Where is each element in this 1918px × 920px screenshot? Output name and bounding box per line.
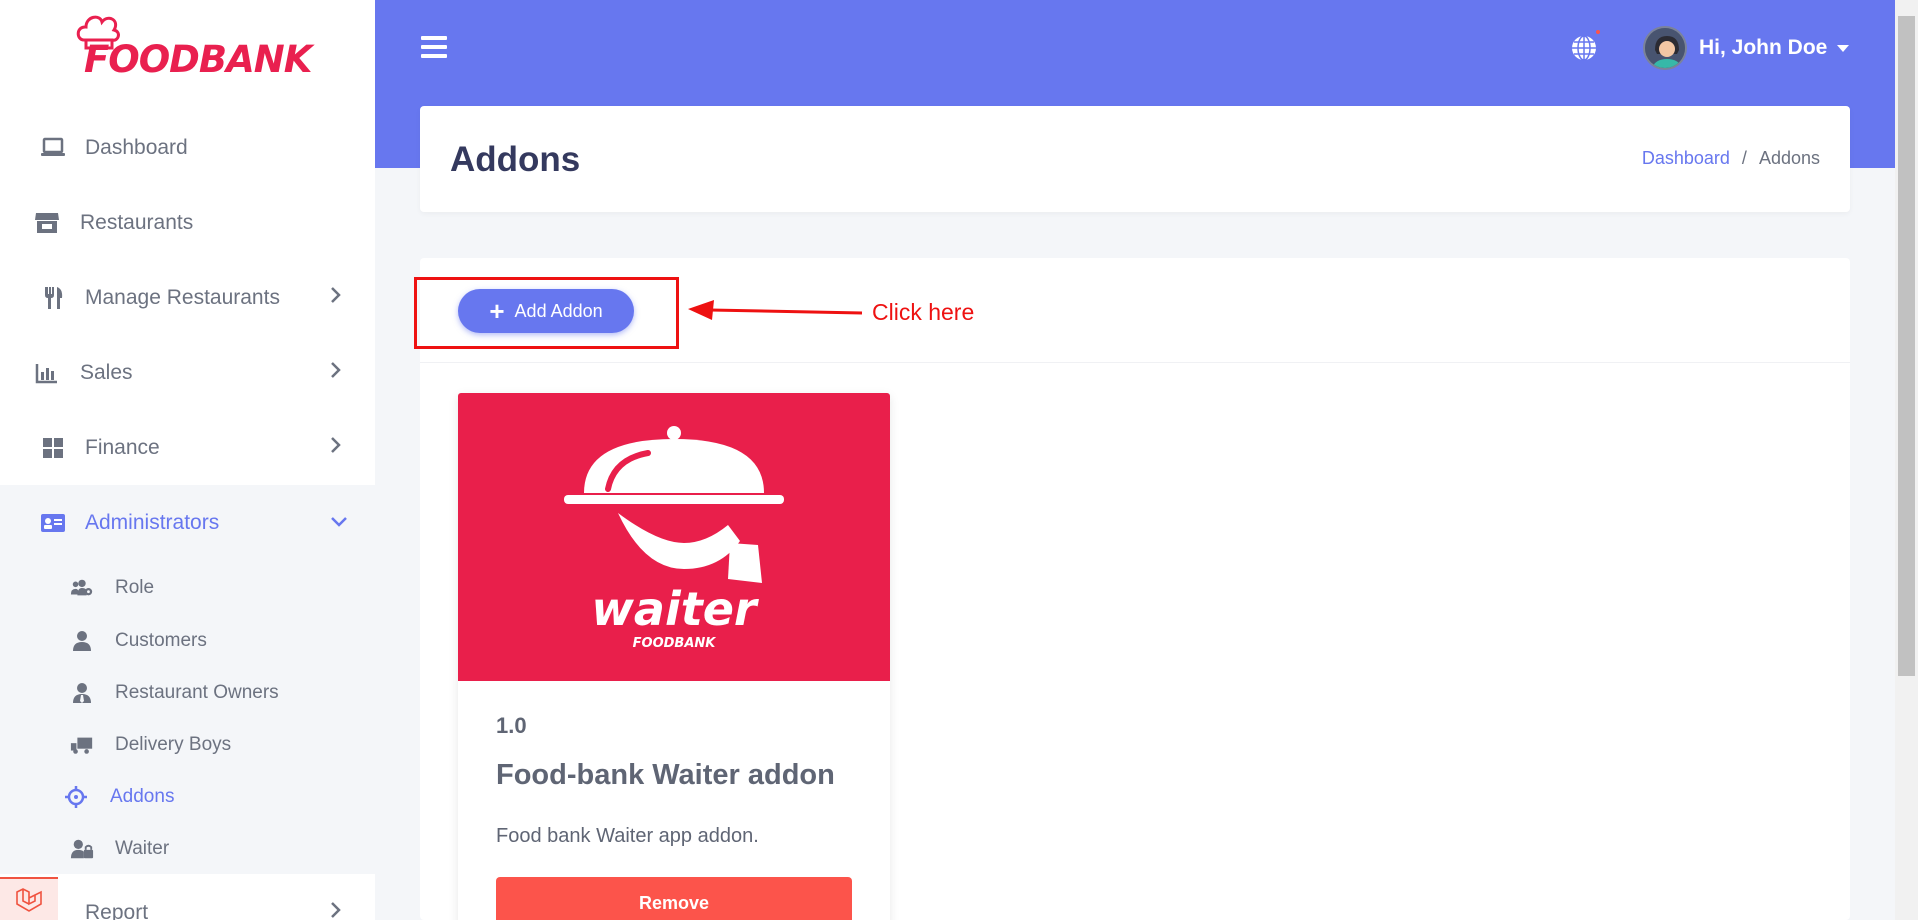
sidebar-subitem-label: Waiter — [115, 838, 170, 859]
sidebar-item-dashboard[interactable]: Dashboard — [0, 110, 375, 185]
sidebar-subitem-waiter[interactable]: Waiter — [0, 824, 375, 874]
utensils-icon — [40, 285, 66, 311]
remove-addon-button[interactable]: Remove — [496, 877, 852, 920]
sidebar-item-label: Restaurants — [80, 210, 194, 234]
truck-icon — [70, 733, 94, 757]
svg-text:FOODBANK: FOODBANK — [633, 636, 717, 651]
chevron-right-icon — [330, 901, 342, 920]
administrators-submenu: Role Customers Restaurant Owners Deliver… — [0, 558, 375, 874]
annotation-highlight-box — [414, 277, 679, 349]
sidebar-item-finance[interactable]: Finance — [0, 410, 375, 485]
chevron-down-icon — [330, 511, 348, 534]
sidebar-subitem-role[interactable]: Role — [0, 563, 375, 613]
page-header-card: Addons Dashboard / Addons — [420, 106, 1850, 212]
breadcrumb-current: Addons — [1758, 148, 1820, 168]
user-lock-icon — [70, 837, 94, 861]
user-menu[interactable]: Hi, John Doe — [1643, 26, 1850, 70]
sidebar-subitem-label: Addons — [110, 786, 175, 807]
crosshairs-icon — [64, 785, 88, 809]
waiter-logo-icon: waiter FOODBANK — [564, 426, 784, 651]
sidebar-subitem-label: Role — [115, 577, 155, 598]
user-tie-icon — [70, 681, 94, 705]
sidebar-item-label: Finance — [85, 435, 160, 459]
addon-version: 1.0 — [496, 713, 527, 738]
sidebar-item-label: Report — [85, 900, 149, 920]
scrollbar-thumb[interactable] — [1898, 16, 1915, 676]
avatar — [1643, 26, 1687, 70]
chevron-right-icon — [330, 361, 342, 385]
sidebar-toggle-icon[interactable] — [421, 36, 447, 58]
sidebar-subitem-label: Restaurant Owners — [115, 682, 279, 703]
sidebar-item-label: Manage Restaurants — [85, 285, 280, 309]
id-card-icon — [40, 510, 66, 536]
users-cog-icon — [70, 576, 94, 600]
laravel-debugbar-toggle[interactable] — [0, 877, 58, 920]
breadcrumb: Dashboard / Addons — [1642, 148, 1820, 169]
chevron-right-icon — [330, 286, 342, 310]
sidebar: FOODBANK Dashboard Restaurants Manage Re… — [0, 0, 375, 920]
sidebar-item-administrators[interactable]: Administrators — [0, 485, 375, 560]
foodbank-logo[interactable]: FOODBANK — [72, 10, 312, 81]
sidebar-subitem-label: Customers — [115, 630, 207, 651]
addon-card: waiter FOODBANK 1.0 Food-bank Waiter add… — [458, 393, 890, 920]
sidebar-item-sales[interactable]: Sales — [0, 335, 375, 410]
laravel-icon — [16, 888, 42, 912]
breadcrumb-separator: / — [1741, 148, 1747, 168]
annotation-text: Click here — [872, 299, 975, 325]
sidebar-item-label: Administrators — [85, 510, 220, 534]
sidebar-subitem-addons[interactable]: Addons — [0, 772, 375, 822]
scrollbar[interactable] — [1895, 0, 1918, 920]
sidebar-subitem-customers[interactable]: Customers — [0, 616, 375, 666]
sidebar-subitem-label: Delivery Boys — [115, 734, 232, 755]
laptop-icon — [40, 135, 66, 161]
sidebar-item-manage-restaurants[interactable]: Manage Restaurants — [0, 260, 375, 335]
addon-description: Food bank Waiter app addon. — [496, 825, 759, 847]
chart-icon — [34, 360, 60, 386]
notification-dot — [1596, 30, 1600, 34]
annotation-arrow-icon — [688, 300, 863, 320]
addon-title: Food-bank Waiter addon — [496, 759, 835, 791]
user-icon — [70, 629, 94, 653]
caret-down-icon — [1837, 44, 1850, 52]
svg-text:waiter: waiter — [591, 582, 759, 636]
sidebar-item-label: Dashboard — [85, 135, 188, 159]
sidebar-subitem-delivery-boys[interactable]: Delivery Boys — [0, 720, 375, 770]
breadcrumb-dashboard-link[interactable]: Dashboard — [1642, 148, 1730, 169]
chevron-right-icon — [330, 436, 342, 460]
sidebar-subitem-restaurant-owners[interactable]: Restaurant Owners — [0, 668, 375, 718]
page-title: Addons — [450, 140, 581, 179]
brand-name: FOODBANK — [84, 38, 312, 81]
language-globe-icon[interactable] — [1570, 30, 1600, 67]
user-greeting: Hi, John Doe — [1699, 36, 1828, 59]
grid-icon — [40, 435, 66, 461]
addons-card: + Add Addon waiter FOODBANK 1.0 Food-ban… — [420, 258, 1850, 920]
sidebar-item-label: Sales — [80, 360, 133, 384]
store-icon — [34, 210, 60, 236]
addon-image: waiter FOODBANK — [458, 393, 890, 681]
sidebar-item-restaurants[interactable]: Restaurants — [0, 185, 375, 260]
